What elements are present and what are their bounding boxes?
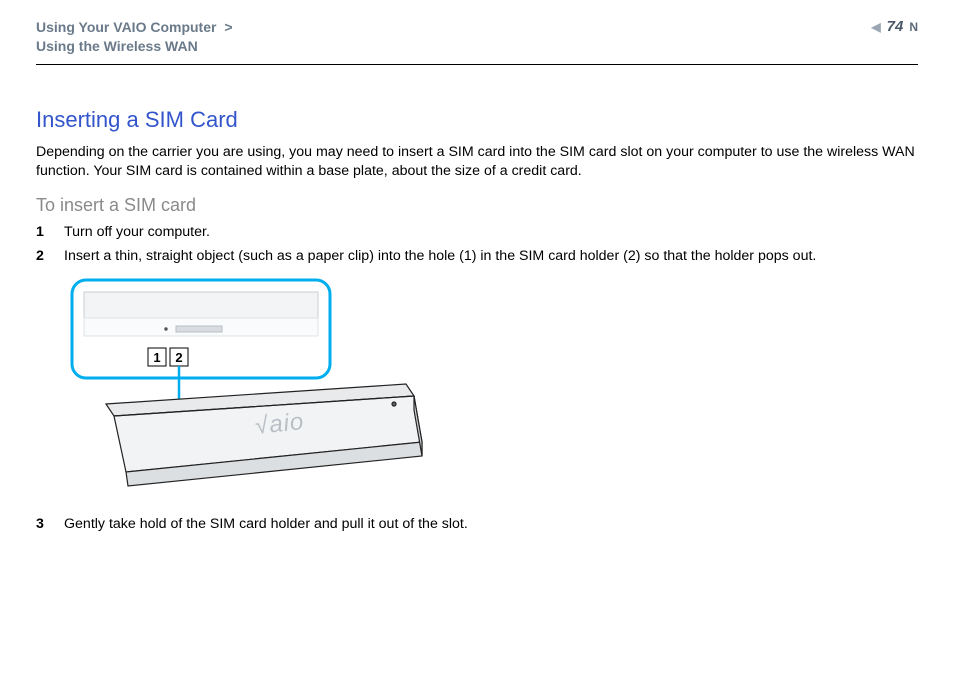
- breadcrumb-line1: Using Your VAIO Computer: [36, 19, 216, 35]
- pager: ◀ 74 N: [871, 18, 918, 35]
- steps-list: 1 Turn off your computer. 2 Insert a thi…: [36, 224, 918, 264]
- intro-paragraph: Depending on the carrier you are using, …: [36, 143, 918, 181]
- section-title: Inserting a SIM Card: [36, 107, 918, 133]
- step-number: 2: [36, 248, 50, 264]
- chevron-right-icon: >: [224, 19, 232, 35]
- page-header: Using Your VAIO Computer > Using the Wir…: [36, 0, 918, 65]
- page-content: Inserting a SIM Card Depending on the ca…: [0, 65, 954, 532]
- callout-two: 2: [175, 350, 182, 365]
- page-number: 74: [887, 18, 904, 35]
- prev-page-button[interactable]: ◀: [871, 20, 880, 34]
- step-text: Gently take hold of the SIM card holder …: [64, 516, 468, 532]
- step-number: 3: [36, 516, 50, 532]
- breadcrumb-line2: Using the Wireless WAN: [36, 38, 198, 54]
- breadcrumb: Using Your VAIO Computer > Using the Wir…: [36, 18, 233, 56]
- next-page-button[interactable]: N: [909, 20, 918, 34]
- illustration: 1 2: [66, 274, 436, 504]
- subsection-title: To insert a SIM card: [36, 195, 918, 216]
- step-text: Turn off your computer.: [64, 224, 210, 240]
- svg-text:√aio: √aio: [254, 408, 306, 440]
- list-item: 2 Insert a thin, straight object (such a…: [36, 248, 918, 264]
- step-text: Insert a thin, straight object (such as …: [64, 248, 816, 264]
- list-item: 3 Gently take hold of the SIM card holde…: [36, 516, 918, 532]
- step-number: 1: [36, 224, 50, 240]
- list-item: 1 Turn off your computer.: [36, 224, 918, 240]
- steps-list-continued: 3 Gently take hold of the SIM card holde…: [36, 516, 918, 532]
- callout-one: 1: [153, 350, 160, 365]
